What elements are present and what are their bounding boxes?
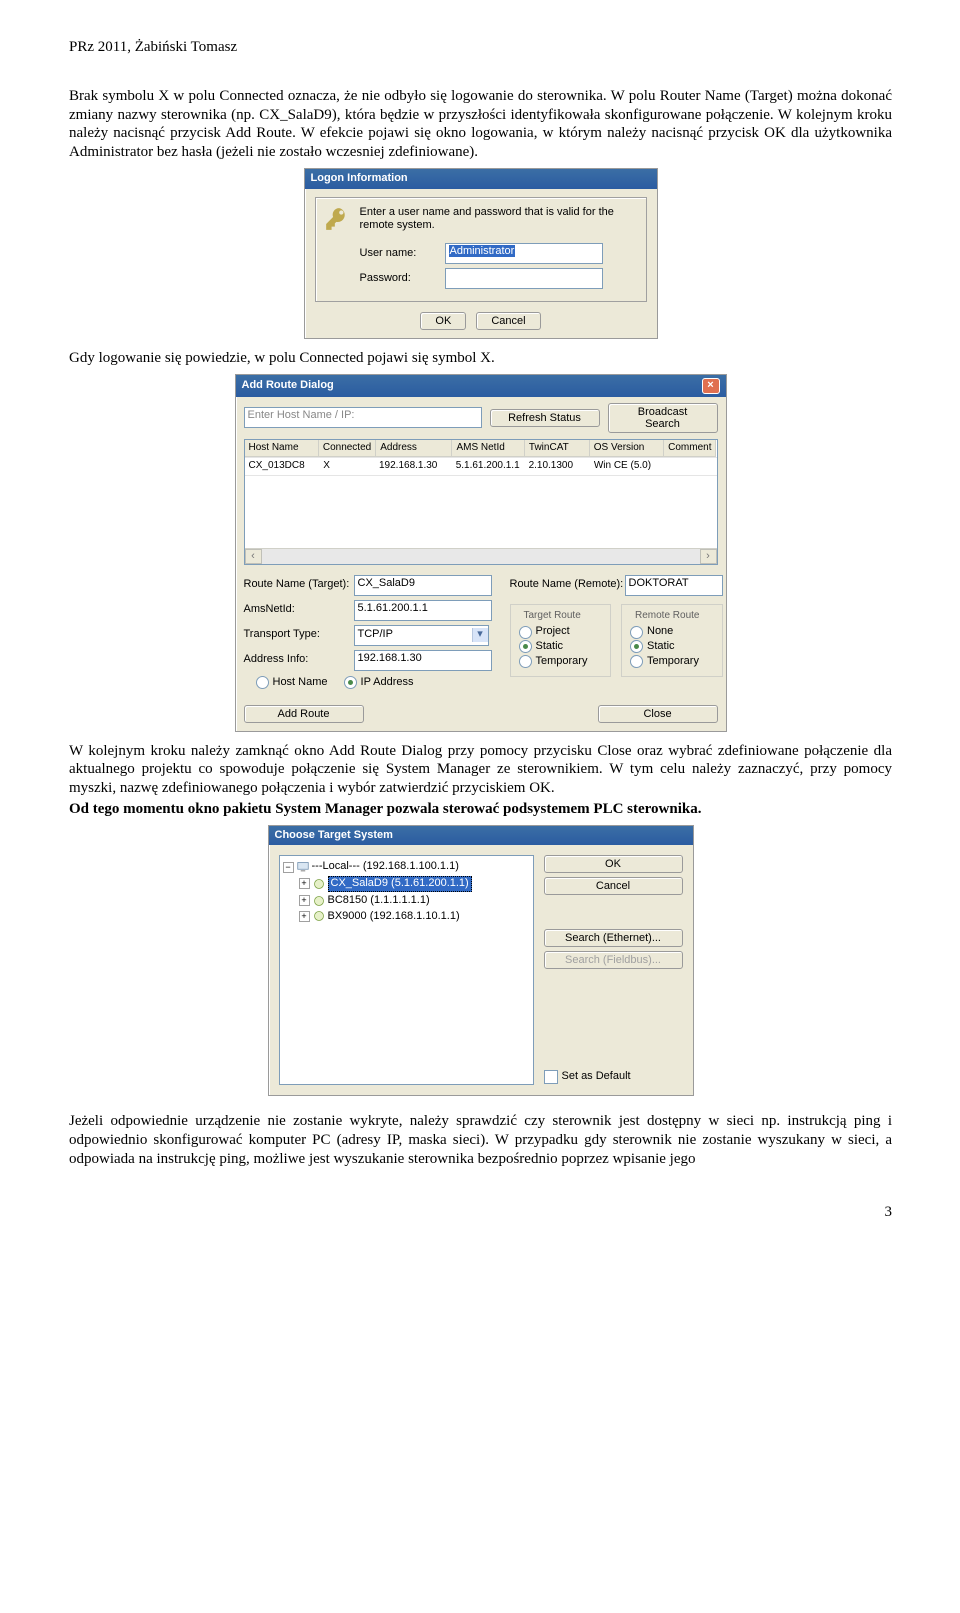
scrollbar-horizontal[interactable]: ‹› xyxy=(245,548,717,564)
close-button[interactable]: Close xyxy=(598,705,718,723)
amsnetid-input[interactable]: 5.1.61.200.1.1 xyxy=(354,600,492,621)
host-ip-input[interactable]: Enter Host Name / IP: xyxy=(244,407,482,428)
username-label: User name: xyxy=(360,247,445,261)
remote-route-static[interactable]: Static xyxy=(630,640,714,654)
paragraph-1: Brak symbolu X w polu Connected oznacza,… xyxy=(69,87,892,162)
cts-cancel-button[interactable]: Cancel xyxy=(544,877,683,895)
add-route-title: Add Route Dialog xyxy=(242,379,334,393)
paragraph-3b: Od tego momentu okno pakietu System Mana… xyxy=(69,800,892,819)
logon-hint: Enter a user name and password that is v… xyxy=(360,206,638,234)
transport-type-label: Transport Type: xyxy=(244,628,354,642)
device-icon xyxy=(313,910,325,922)
logon-title-bar: Logon Information xyxy=(305,169,657,189)
add-route-dialog: Add Route Dialog × Enter Host Name / IP:… xyxy=(235,374,727,732)
route-name-remote-input[interactable]: DOKTORAT xyxy=(625,575,723,596)
refresh-status-button[interactable]: Refresh Status xyxy=(490,409,600,427)
set-as-default-checkbox[interactable]: Set as Default xyxy=(544,1070,683,1084)
add-route-title-bar: Add Route Dialog × xyxy=(236,375,726,397)
password-input[interactable] xyxy=(445,268,603,289)
collapse-icon[interactable]: − xyxy=(283,862,294,873)
remote-route-group: Remote Route None Static Temporary xyxy=(621,604,723,677)
target-route-group: Target Route Project Static Temporary xyxy=(510,604,612,677)
remote-route-temporary[interactable]: Temporary xyxy=(630,655,714,669)
expand-icon[interactable]: + xyxy=(299,878,310,889)
target-route-temporary[interactable]: Temporary xyxy=(519,655,603,669)
tree-node-bc8150[interactable]: + BC8150 (1.1.1.1.1.1) xyxy=(283,893,530,909)
broadcast-search-button[interactable]: Broadcast Search xyxy=(608,403,718,433)
logon-information-dialog: Logon Information Enter a user name and … xyxy=(304,168,658,339)
cts-ok-button[interactable]: OK xyxy=(544,855,683,873)
route-name-remote-label: Route Name (Remote): xyxy=(510,578,625,592)
username-input[interactable]: Administrator xyxy=(445,243,603,264)
list-header: Host Name Connected Address AMS NetId Tw… xyxy=(245,440,717,459)
document-header: PRz 2011, Żabiński Tomasz xyxy=(69,38,892,57)
target-route-project[interactable]: Project xyxy=(519,625,603,639)
choose-target-system-dialog: Choose Target System − ---Local--- (192.… xyxy=(268,825,694,1097)
list-row[interactable]: CX_013DC8 X 192.168.1.30 5.1.61.200.1.1 … xyxy=(245,458,717,476)
address-info-input[interactable]: 192.168.1.30 xyxy=(354,650,492,671)
amsnetid-label: AmsNetId: xyxy=(244,603,354,617)
host-list[interactable]: Host Name Connected Address AMS NetId Tw… xyxy=(244,439,718,565)
paragraph-2: Gdy logowanie się powiedzie, w polu Conn… xyxy=(69,349,892,368)
password-label: Password: xyxy=(360,272,445,286)
computer-icon xyxy=(297,861,309,873)
expand-icon[interactable]: + xyxy=(299,895,310,906)
close-icon[interactable]: × xyxy=(702,378,720,394)
remote-route-none[interactable]: None xyxy=(630,625,714,639)
transport-type-select[interactable]: TCP/IP▾ xyxy=(354,625,489,646)
cancel-button[interactable]: Cancel xyxy=(476,312,540,330)
paragraph-4: Jeżeli odpowiednie urządzenie nie zostan… xyxy=(69,1112,892,1168)
add-route-button[interactable]: Add Route xyxy=(244,705,364,723)
search-ethernet-button[interactable]: Search (Ethernet)... xyxy=(544,929,683,947)
logon-title: Logon Information xyxy=(311,172,408,186)
route-name-target-input[interactable]: CX_SalaD9 xyxy=(354,575,492,596)
tree-node-bx9000[interactable]: + BX9000 (192.168.1.10.1.1) xyxy=(283,909,530,925)
expand-icon[interactable]: + xyxy=(299,911,310,922)
page-number: 3 xyxy=(69,1203,892,1222)
device-icon xyxy=(313,878,325,890)
address-info-label: Address Info: xyxy=(244,653,354,667)
paragraph-3: W kolejnym kroku należy zamknąć okno Add… xyxy=(69,742,892,798)
tree-node-cx-salad9[interactable]: + CX_SalaD9 (5.1.61.200.1.1) xyxy=(283,875,530,893)
tree-node-local[interactable]: − ---Local--- (192.168.1.100.1.1) xyxy=(283,859,530,875)
target-route-static[interactable]: Static xyxy=(519,640,603,654)
ok-button[interactable]: OK xyxy=(420,312,466,330)
host-name-radio[interactable]: Host Name xyxy=(256,676,328,690)
key-icon xyxy=(324,206,350,232)
ip-address-radio[interactable]: IP Address xyxy=(344,676,414,690)
target-tree[interactable]: − ---Local--- (192.168.1.100.1.1) + CX_S… xyxy=(279,855,534,1085)
route-name-target-label: Route Name (Target): xyxy=(244,578,354,592)
cts-title: Choose Target System xyxy=(275,829,393,843)
cts-title-bar: Choose Target System xyxy=(269,826,693,846)
search-fieldbus-button: Search (Fieldbus)... xyxy=(544,951,683,969)
device-icon xyxy=(313,895,325,907)
